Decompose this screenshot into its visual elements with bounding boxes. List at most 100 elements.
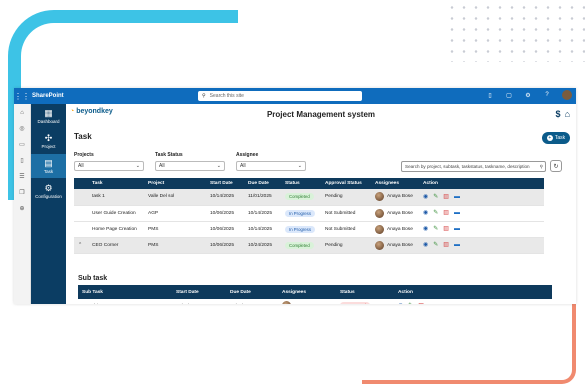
column-header[interactable]: Approval Status [321, 178, 371, 189]
home-icon[interactable]: ⌂ [20, 110, 24, 116]
page-title: Project Management system [266, 110, 376, 119]
delete-icon[interactable]: ▥ [418, 303, 424, 304]
task-assignees: Anaya Bose [371, 205, 419, 222]
edit-icon[interactable]: ✎ [433, 210, 438, 216]
comment-icon[interactable]: ▬ [454, 242, 460, 248]
avatar [375, 224, 384, 234]
projects-filter-select[interactable]: All ⌄ [74, 161, 144, 171]
nav-item-task[interactable]: ▤ Task [31, 154, 66, 178]
notifications-icon[interactable]: ▢ [505, 92, 513, 99]
comment-icon[interactable]: ▬ [454, 194, 460, 200]
task-table-header: Task Project Start Date Due Date Status … [74, 178, 544, 189]
task-approval-status: Pending [321, 237, 371, 254]
app-rail: ⌂ ◎ ▭ ▯ ☰ ❐ ⊕ [14, 104, 31, 304]
edit-icon[interactable]: ✎ [433, 194, 438, 200]
task-project: PMS [144, 221, 206, 238]
mobile-icon[interactable]: ▯ [486, 92, 494, 99]
task-row[interactable]: ⌃ CEO Corner PMS 10/06/2025 10/24/2025 Comple… [74, 237, 544, 254]
column-header[interactable]: Due Date [244, 178, 281, 189]
assignee-filter-select[interactable]: All ⌄ [236, 161, 306, 171]
task-status-cell: In Progress [281, 221, 321, 238]
assignee-name: Anaya Bose [387, 194, 413, 200]
settings-icon[interactable]: ⚙ [524, 92, 532, 99]
add-icon[interactable]: ⊕ [19, 205, 24, 212]
status-filter-select[interactable]: All ⌄ [155, 161, 225, 171]
collapse-chevron-icon[interactable]: ⌃ [74, 237, 88, 254]
assignee-name: Anaya Bose [387, 210, 413, 216]
column-header[interactable]: Assignees [371, 178, 419, 189]
column-header[interactable]: Assignees [278, 285, 336, 299]
chevron-down-icon: ⌄ [216, 163, 221, 169]
nav-item-dashboard[interactable]: ▦ Dashboard [31, 104, 66, 128]
globe-icon[interactable]: ◎ [19, 125, 24, 132]
view-icon[interactable]: ◉ [423, 210, 428, 216]
status-filter-label: Task Status [155, 152, 183, 158]
news-icon[interactable]: ▭ [19, 141, 25, 148]
delete-icon[interactable]: ▥ [443, 194, 449, 200]
task-row[interactable]: User Guide Creation AGP 10/06/2025 10/14/20… [74, 205, 544, 222]
column-header[interactable]: Sub Task [78, 285, 172, 299]
view-icon[interactable]: ◉ [423, 242, 428, 248]
task-actions-cell: ◉ ✎ ▥ ▬ [419, 189, 544, 206]
waffle-icon[interactable]: ⋮⋮ [14, 92, 30, 101]
gear-icon: ⚙ [44, 182, 53, 193]
task-table: Task Project Start Date Due Date Status … [74, 178, 544, 254]
column-header[interactable]: Project [144, 178, 206, 189]
search-icon: ⚲ [202, 93, 206, 99]
row-expander[interactable] [74, 189, 88, 206]
avatar [282, 301, 291, 304]
subtask-status-cell: Not Started [336, 299, 394, 304]
comment-icon[interactable]: ▬ [454, 210, 460, 216]
column-header[interactable]: Due Date [226, 285, 278, 299]
assignee-name: Anaya Bose [294, 303, 319, 304]
task-name: User Guide Creation [88, 205, 144, 222]
nav-item-project[interactable]: ✣ Project [31, 129, 66, 153]
column-header[interactable]: Task [88, 178, 144, 189]
files-icon[interactable]: ▯ [20, 157, 23, 164]
add-task-button[interactable]: + Task [542, 132, 570, 144]
subtask-row[interactable]: Grandview10/06/202510/06/2025Anaya BoseN… [78, 299, 552, 304]
column-header[interactable]: Status [336, 285, 394, 299]
subtask-assignees: Anaya Bose [278, 299, 336, 304]
refresh-button[interactable]: ↻ [550, 160, 562, 172]
user-avatar[interactable] [562, 90, 572, 100]
delete-icon[interactable]: ▥ [443, 242, 449, 248]
database-icon[interactable]: ☰ [19, 173, 24, 180]
task-row[interactable]: Home Page Creation PMS 10/06/2025 10/14/202… [74, 221, 544, 238]
delete-icon[interactable]: ▥ [443, 210, 449, 216]
task-name: CEO Corner [88, 237, 144, 254]
comment-icon[interactable]: ▬ [429, 303, 435, 304]
site-search-input[interactable]: ⚲ Search this site [198, 91, 362, 101]
dashboard-icon: ▦ [44, 107, 53, 118]
task-due-date: 10/14/2025 [244, 205, 281, 222]
column-header[interactable]: Start Date [172, 285, 226, 299]
help-icon[interactable]: ? [543, 92, 551, 98]
delete-icon[interactable]: ▥ [443, 226, 449, 232]
dollar-icon[interactable]: $ [556, 109, 561, 119]
view-icon[interactable]: ◉ [423, 226, 428, 232]
column-header[interactable]: Status [281, 178, 321, 189]
assignee-name: Anaya Bose [387, 242, 413, 248]
copy-icon[interactable]: ❐ [19, 189, 24, 196]
edit-icon[interactable]: ✎ [433, 226, 438, 232]
task-row[interactable]: task 1 Valle Del sol 10/14/2025 11/01/2025 C… [74, 189, 544, 206]
brand-name[interactable]: SharePoint [32, 93, 64, 99]
edit-icon[interactable]: ✎ [408, 303, 413, 304]
view-icon[interactable]: ◉ [398, 303, 403, 304]
column-header[interactable]: Start Date [206, 178, 244, 189]
task-status-cell: Completed [281, 189, 321, 206]
edit-icon[interactable]: ✎ [433, 242, 438, 248]
home-icon[interactable]: ⌂ [565, 109, 570, 119]
refresh-icon: ↻ [553, 163, 559, 170]
row-expander[interactable] [74, 205, 88, 222]
view-icon[interactable]: ◉ [423, 194, 428, 200]
status-filter-value: All [159, 163, 165, 169]
nav-item-configuration[interactable]: ⚙ Configuration [31, 179, 66, 203]
task-assignees: Anaya Bose [371, 221, 419, 238]
task-icon: ▤ [44, 157, 53, 168]
comment-icon[interactable]: ▬ [454, 226, 460, 232]
task-due-date: 10/24/2025 [244, 237, 281, 254]
task-search-input[interactable]: Search by project, subtask, taskstatus, … [401, 161, 546, 172]
subtask-section-title: Sub task [78, 275, 108, 282]
row-expander[interactable] [74, 221, 88, 238]
